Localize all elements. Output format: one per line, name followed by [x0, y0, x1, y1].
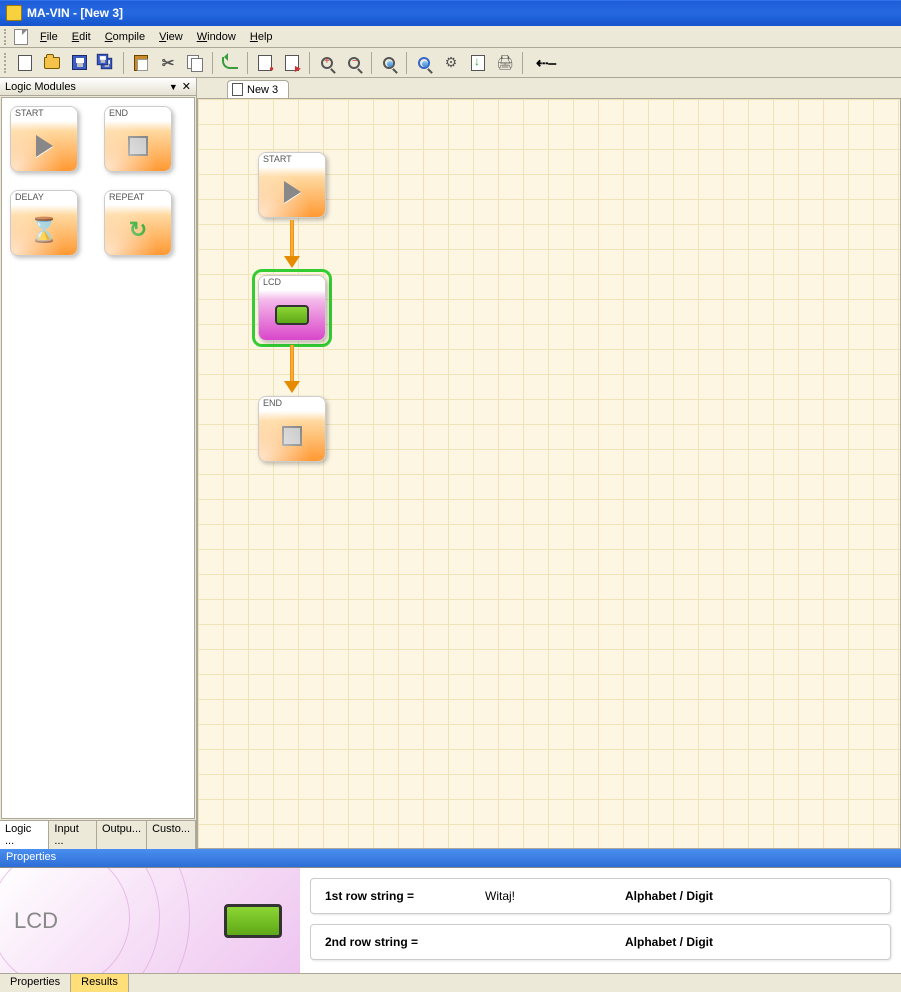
toolbar: ✂ ● ▶ ⚙ ↓ 🖨 ⇠⎯ — [0, 48, 901, 78]
arrow — [290, 220, 294, 258]
module-repeat[interactable]: REPEAT ↻ — [104, 190, 172, 256]
zoom-out-button[interactable] — [342, 51, 366, 75]
tab-custom[interactable]: Custo... — [147, 821, 196, 849]
compile-button[interactable]: ⚙ — [439, 51, 463, 75]
module-palette: START END DELAY ⌛ REPEAT ↻ — [1, 97, 195, 819]
document-icon — [232, 83, 243, 96]
menu-window[interactable]: Window — [191, 29, 242, 45]
new-button[interactable] — [13, 51, 37, 75]
module-start[interactable]: START — [10, 106, 78, 172]
arrow-head-icon — [284, 381, 300, 393]
window-title: MA-VIN - [New 3] — [27, 6, 123, 20]
menu-file[interactable]: FFileile — [34, 29, 64, 45]
close-icon[interactable]: ✕ — [182, 80, 191, 93]
tab-output[interactable]: Outpu... — [97, 821, 147, 849]
document-icon — [14, 29, 28, 45]
menubar-handle[interactable] — [4, 29, 10, 45]
document-tabs: New 3 — [197, 78, 901, 98]
play-icon — [36, 135, 53, 157]
node-end[interactable]: END — [258, 396, 326, 462]
bottom-tabs: Properties Results — [0, 973, 901, 992]
arrow — [290, 345, 294, 383]
tab-properties[interactable]: Properties — [0, 974, 71, 992]
panel-header: Logic Modules ▼ ✕ — [0, 78, 196, 96]
menu-view[interactable]: View — [153, 29, 189, 45]
undo-button[interactable] — [218, 51, 242, 75]
cut-button[interactable]: ✂ — [156, 51, 180, 75]
properties-panel: Properties LCD 1st row string = Witaj! A… — [0, 849, 901, 973]
tab-logic[interactable]: Logic ... — [0, 821, 49, 849]
page2-button[interactable]: ▶ — [280, 51, 304, 75]
node-start[interactable]: START — [258, 152, 326, 218]
app-icon — [6, 5, 22, 21]
prop-kind[interactable]: Alphabet / Digit — [625, 889, 713, 903]
zoom-in-button[interactable] — [315, 51, 339, 75]
properties-header: Properties — [0, 849, 901, 867]
zoom-fit-button[interactable] — [377, 51, 401, 75]
module-delay[interactable]: DELAY ⌛ — [10, 190, 78, 256]
palette-tabs: Logic ... Input ... Outpu... Custo... — [0, 820, 196, 849]
tab-results[interactable]: Results — [71, 974, 129, 992]
paste-button[interactable] — [129, 51, 153, 75]
tab-input[interactable]: Input ... — [49, 821, 97, 849]
menubar: FFileile Edit Compile View Window Help — [0, 26, 901, 48]
prop-value[interactable]: Witaj! — [485, 889, 625, 903]
pin-icon[interactable]: ▼ — [169, 82, 178, 92]
play-icon — [284, 181, 301, 203]
prop-label: 2nd row string = — [325, 935, 485, 949]
properties-title: LCD — [14, 908, 58, 934]
lcd-icon — [224, 904, 282, 938]
copy-button[interactable] — [183, 51, 207, 75]
save-all-button[interactable] — [94, 51, 118, 75]
menu-help[interactable]: Help — [244, 29, 279, 45]
usb-button[interactable]: ⇠⎯ — [528, 51, 564, 75]
find-button[interactable] — [412, 51, 436, 75]
module-end[interactable]: END — [104, 106, 172, 172]
menu-compile[interactable]: Compile — [99, 29, 151, 45]
print-button[interactable]: 🖨 — [493, 51, 517, 75]
logic-modules-panel: Logic Modules ▼ ✕ START END DELAY ⌛ REPE… — [0, 78, 197, 849]
download-button[interactable]: ↓ — [466, 51, 490, 75]
arrow-head-icon — [284, 256, 300, 268]
properties-preview: LCD — [0, 868, 300, 973]
prop-row-1[interactable]: 1st row string = Witaj! Alphabet / Digit — [310, 878, 891, 914]
save-button[interactable] — [67, 51, 91, 75]
prop-label: 1st row string = — [325, 889, 485, 903]
open-button[interactable] — [40, 51, 64, 75]
doc-tab-new3[interactable]: New 3 — [227, 80, 289, 98]
panel-title: Logic Modules — [5, 81, 76, 93]
toolbar-handle[interactable] — [4, 53, 10, 73]
canvas[interactable]: START LCD END — [197, 98, 901, 849]
prop-kind[interactable]: Alphabet / Digit — [625, 935, 713, 949]
titlebar: MA-VIN - [New 3] — [0, 0, 901, 26]
menu-edit[interactable]: Edit — [66, 29, 97, 45]
prop-row-2[interactable]: 2nd row string = Alphabet / Digit — [310, 924, 891, 960]
lcd-icon — [275, 305, 309, 325]
node-lcd[interactable]: LCD — [258, 275, 326, 341]
page1-button[interactable]: ● — [253, 51, 277, 75]
editor: New 3 START LCD END — [197, 78, 901, 849]
